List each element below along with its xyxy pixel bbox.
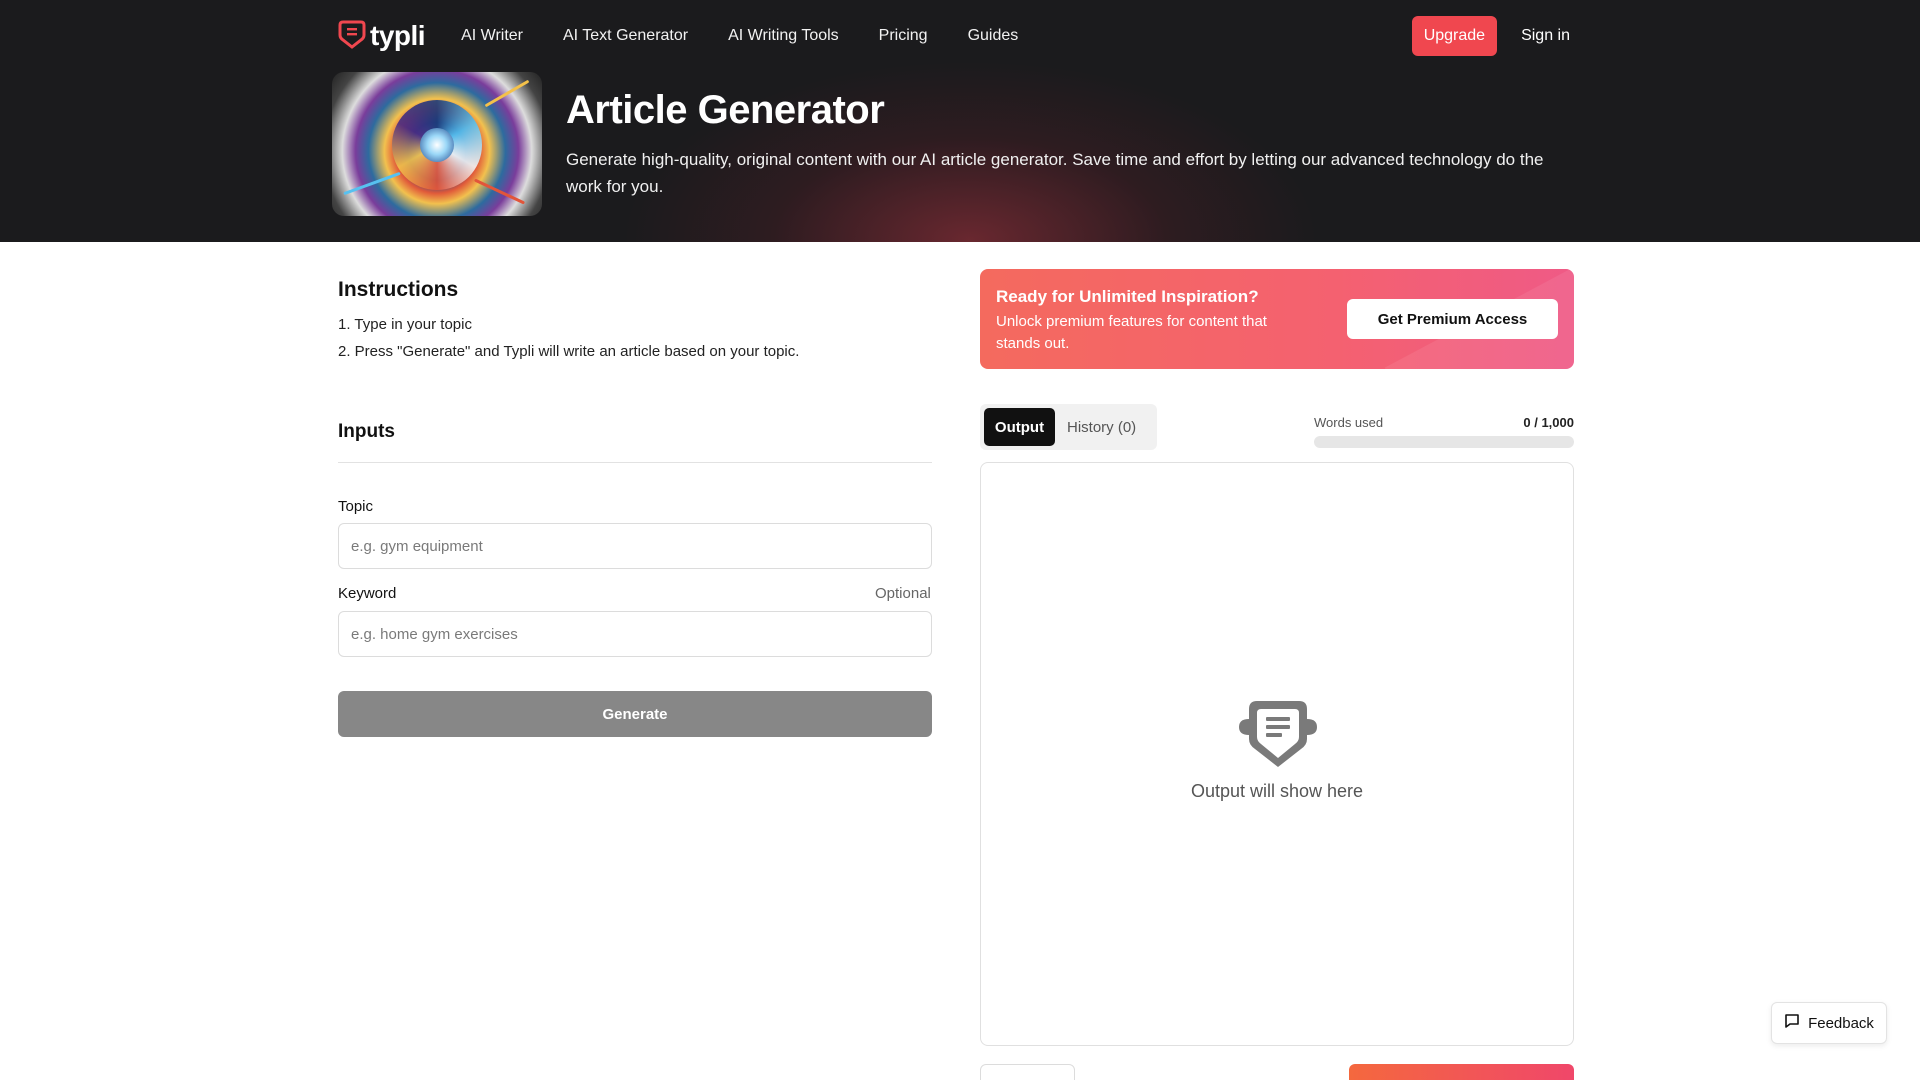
top-nav: typli AI Writer AI Text Generator AI Wri…: [338, 0, 1570, 72]
tab-history[interactable]: History (0): [1067, 408, 1136, 446]
typli-logo-icon: [338, 19, 366, 54]
hero-image-streak: [484, 79, 530, 108]
words-used-progress: [1314, 436, 1574, 448]
topic-input[interactable]: [338, 523, 932, 569]
feedback-label: Feedback: [1808, 1014, 1874, 1032]
output-empty-text: Output will show here: [1190, 781, 1364, 801]
page-description: Generate high-quality, original content …: [566, 150, 1544, 196]
nav-link-pricing[interactable]: Pricing: [879, 27, 928, 45]
words-used-label: Words used: [1314, 415, 1384, 430]
keyword-optional-label: Optional: [875, 585, 931, 602]
sign-in-link[interactable]: Sign in: [1521, 27, 1570, 45]
get-premium-access-button[interactable]: Get Premium Access: [1347, 299, 1558, 339]
nav-link-ai-text-generator[interactable]: AI Text Generator: [563, 27, 688, 45]
hero-image-streak: [343, 171, 401, 196]
hero-image-streak: [473, 178, 526, 205]
hero-image: [332, 72, 542, 216]
inputs-title: Inputs: [338, 421, 395, 442]
output-placeholder-icon: [1237, 695, 1319, 771]
logo-text: typli: [370, 20, 426, 51]
keyword-input[interactable]: [338, 611, 932, 657]
inputs-divider: [338, 462, 932, 463]
hero-header: typli AI Writer AI Text Generator AI Wri…: [0, 0, 1920, 242]
output-panel: Output will show here: [980, 462, 1574, 1046]
nav-link-guides[interactable]: Guides: [968, 27, 1019, 45]
feedback-button[interactable]: Feedback: [1771, 1002, 1887, 1044]
instruction-step: 2. Press "Generate" and Typli will write…: [338, 343, 800, 360]
words-used-count: 0 / 1,000: [1523, 415, 1574, 430]
promo-description: Unlock premium features for content that…: [996, 313, 1267, 352]
output-tabs: Output History (0): [980, 404, 1157, 450]
tab-output[interactable]: Output: [984, 408, 1055, 446]
instructions-title: Instructions: [338, 278, 459, 301]
generate-button[interactable]: Generate: [338, 691, 932, 737]
nav-link-ai-writing-tools[interactable]: AI Writing Tools: [728, 27, 839, 45]
promo-title: Ready for Unlimited Inspiration?: [996, 287, 1259, 306]
upgrade-button[interactable]: Upgrade: [1411, 16, 1498, 56]
page-title: Article Generator: [566, 88, 885, 132]
nav-link-ai-writer[interactable]: AI Writer: [461, 27, 523, 45]
output-primary-button[interactable]: [1349, 1064, 1574, 1080]
hero-image-core: [420, 128, 454, 162]
feedback-chat-icon: [1784, 1013, 1800, 1033]
keyword-label: Keyword: [338, 585, 397, 602]
topic-label: Topic: [338, 498, 374, 515]
output-secondary-button[interactable]: [980, 1064, 1075, 1080]
premium-promo-banner: Ready for Unlimited Inspiration? Unlock …: [980, 269, 1574, 369]
logo[interactable]: typli: [338, 19, 426, 54]
instruction-step: 1. Type in your topic: [338, 316, 472, 333]
